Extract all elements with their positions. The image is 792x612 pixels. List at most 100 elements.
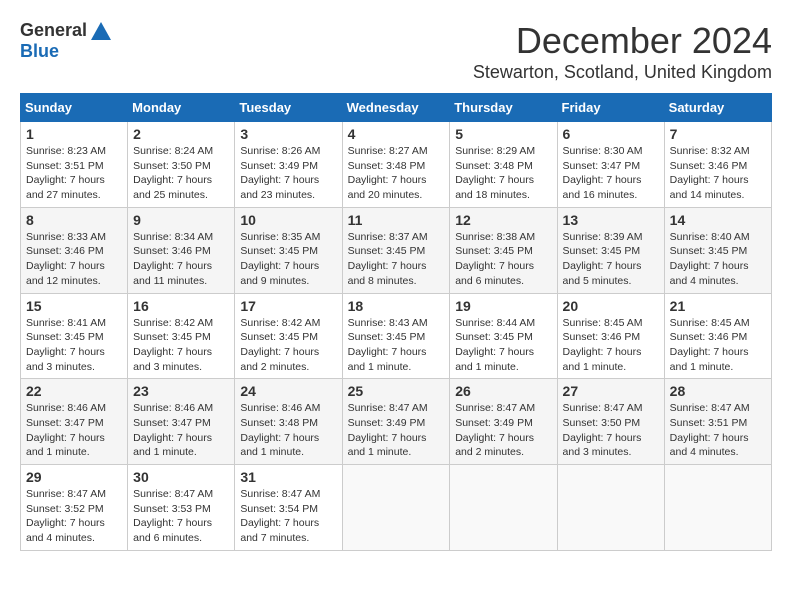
- calendar-header-row: SundayMondayTuesdayWednesdayThursdayFrid…: [21, 94, 772, 122]
- sunset-text: Sunset: 3:45 PM: [240, 245, 318, 257]
- column-header-tuesday: Tuesday: [235, 94, 342, 122]
- calendar-week-row: 22 Sunrise: 8:46 AM Sunset: 3:47 PM Dayl…: [21, 379, 772, 465]
- day-info: Sunrise: 8:32 AM Sunset: 3:46 PM Dayligh…: [670, 144, 766, 203]
- day-number: 15: [26, 298, 122, 314]
- sunset-text: Sunset: 3:45 PM: [348, 245, 426, 257]
- sunrise-text: Sunrise: 8:46 AM: [26, 402, 106, 414]
- day-info: Sunrise: 8:39 AM Sunset: 3:45 PM Dayligh…: [563, 230, 659, 289]
- day-number: 3: [240, 126, 336, 142]
- calendar-cell: 18 Sunrise: 8:43 AM Sunset: 3:45 PM Dayl…: [342, 293, 450, 379]
- daylight-text: Daylight: 7 hours and 3 minutes.: [563, 432, 642, 459]
- calendar-cell: 30 Sunrise: 8:47 AM Sunset: 3:53 PM Dayl…: [128, 465, 235, 551]
- sunset-text: Sunset: 3:46 PM: [563, 331, 641, 343]
- daylight-text: Daylight: 7 hours and 1 minute.: [26, 432, 105, 459]
- day-number: 25: [348, 383, 445, 399]
- calendar-cell: 6 Sunrise: 8:30 AM Sunset: 3:47 PM Dayli…: [557, 122, 664, 208]
- sunrise-text: Sunrise: 8:47 AM: [670, 402, 750, 414]
- day-number: 19: [455, 298, 551, 314]
- daylight-text: Daylight: 7 hours and 4 minutes.: [670, 260, 749, 287]
- sunrise-text: Sunrise: 8:45 AM: [563, 317, 643, 329]
- day-number: 5: [455, 126, 551, 142]
- daylight-text: Daylight: 7 hours and 25 minutes.: [133, 174, 212, 201]
- daylight-text: Daylight: 7 hours and 1 minute.: [563, 346, 642, 373]
- sunrise-text: Sunrise: 8:40 AM: [670, 231, 750, 243]
- calendar-cell: 3 Sunrise: 8:26 AM Sunset: 3:49 PM Dayli…: [235, 122, 342, 208]
- sunset-text: Sunset: 3:45 PM: [670, 245, 748, 257]
- sunset-text: Sunset: 3:50 PM: [133, 160, 211, 172]
- day-info: Sunrise: 8:33 AM Sunset: 3:46 PM Dayligh…: [26, 230, 122, 289]
- daylight-text: Daylight: 7 hours and 18 minutes.: [455, 174, 534, 201]
- day-info: Sunrise: 8:46 AM Sunset: 3:48 PM Dayligh…: [240, 401, 336, 460]
- day-info: Sunrise: 8:38 AM Sunset: 3:45 PM Dayligh…: [455, 230, 551, 289]
- sunrise-text: Sunrise: 8:33 AM: [26, 231, 106, 243]
- day-info: Sunrise: 8:44 AM Sunset: 3:45 PM Dayligh…: [455, 316, 551, 375]
- day-info: Sunrise: 8:24 AM Sunset: 3:50 PM Dayligh…: [133, 144, 229, 203]
- sunset-text: Sunset: 3:45 PM: [133, 331, 211, 343]
- day-info: Sunrise: 8:35 AM Sunset: 3:45 PM Dayligh…: [240, 230, 336, 289]
- day-info: Sunrise: 8:45 AM Sunset: 3:46 PM Dayligh…: [563, 316, 659, 375]
- calendar-cell: 27 Sunrise: 8:47 AM Sunset: 3:50 PM Dayl…: [557, 379, 664, 465]
- sunrise-text: Sunrise: 8:46 AM: [240, 402, 320, 414]
- daylight-text: Daylight: 7 hours and 1 minute.: [348, 346, 427, 373]
- calendar-cell: 26 Sunrise: 8:47 AM Sunset: 3:49 PM Dayl…: [450, 379, 557, 465]
- sunset-text: Sunset: 3:54 PM: [240, 503, 318, 515]
- day-number: 29: [26, 469, 122, 485]
- sunset-text: Sunset: 3:46 PM: [670, 331, 748, 343]
- day-number: 6: [563, 126, 659, 142]
- sunrise-text: Sunrise: 8:43 AM: [348, 317, 428, 329]
- calendar-cell: [342, 465, 450, 551]
- day-number: 24: [240, 383, 336, 399]
- sunrise-text: Sunrise: 8:35 AM: [240, 231, 320, 243]
- daylight-text: Daylight: 7 hours and 2 minutes.: [455, 432, 534, 459]
- calendar-cell: [557, 465, 664, 551]
- sunset-text: Sunset: 3:46 PM: [670, 160, 748, 172]
- column-header-thursday: Thursday: [450, 94, 557, 122]
- day-number: 28: [670, 383, 766, 399]
- sunrise-text: Sunrise: 8:47 AM: [455, 402, 535, 414]
- day-number: 11: [348, 212, 445, 228]
- daylight-text: Daylight: 7 hours and 7 minutes.: [240, 517, 319, 544]
- column-header-sunday: Sunday: [21, 94, 128, 122]
- daylight-text: Daylight: 7 hours and 3 minutes.: [26, 346, 105, 373]
- daylight-text: Daylight: 7 hours and 12 minutes.: [26, 260, 105, 287]
- daylight-text: Daylight: 7 hours and 1 minute.: [240, 432, 319, 459]
- daylight-text: Daylight: 7 hours and 23 minutes.: [240, 174, 319, 201]
- sunrise-text: Sunrise: 8:47 AM: [348, 402, 428, 414]
- sunset-text: Sunset: 3:48 PM: [455, 160, 533, 172]
- calendar-week-row: 8 Sunrise: 8:33 AM Sunset: 3:46 PM Dayli…: [21, 207, 772, 293]
- calendar-cell: 2 Sunrise: 8:24 AM Sunset: 3:50 PM Dayli…: [128, 122, 235, 208]
- sunset-text: Sunset: 3:48 PM: [348, 160, 426, 172]
- day-info: Sunrise: 8:23 AM Sunset: 3:51 PM Dayligh…: [26, 144, 122, 203]
- day-info: Sunrise: 8:37 AM Sunset: 3:45 PM Dayligh…: [348, 230, 445, 289]
- logo: General Blue: [20, 20, 111, 62]
- day-info: Sunrise: 8:47 AM Sunset: 3:49 PM Dayligh…: [455, 401, 551, 460]
- day-number: 8: [26, 212, 122, 228]
- column-header-saturday: Saturday: [664, 94, 771, 122]
- calendar-cell: 14 Sunrise: 8:40 AM Sunset: 3:45 PM Dayl…: [664, 207, 771, 293]
- sunrise-text: Sunrise: 8:45 AM: [670, 317, 750, 329]
- sunset-text: Sunset: 3:48 PM: [240, 417, 318, 429]
- sunset-text: Sunset: 3:45 PM: [455, 245, 533, 257]
- sunrise-text: Sunrise: 8:47 AM: [133, 488, 213, 500]
- calendar-cell: 9 Sunrise: 8:34 AM Sunset: 3:46 PM Dayli…: [128, 207, 235, 293]
- sunrise-text: Sunrise: 8:39 AM: [563, 231, 643, 243]
- logo-general-text: General: [20, 20, 87, 41]
- day-info: Sunrise: 8:43 AM Sunset: 3:45 PM Dayligh…: [348, 316, 445, 375]
- day-info: Sunrise: 8:46 AM Sunset: 3:47 PM Dayligh…: [133, 401, 229, 460]
- sunset-text: Sunset: 3:45 PM: [26, 331, 104, 343]
- page-header: General Blue December 2024 Stewarton, Sc…: [20, 20, 772, 83]
- daylight-text: Daylight: 7 hours and 1 minute.: [670, 346, 749, 373]
- sunrise-text: Sunrise: 8:24 AM: [133, 145, 213, 157]
- sunset-text: Sunset: 3:46 PM: [133, 245, 211, 257]
- sunrise-text: Sunrise: 8:44 AM: [455, 317, 535, 329]
- calendar-table: SundayMondayTuesdayWednesdayThursdayFrid…: [20, 93, 772, 551]
- day-info: Sunrise: 8:27 AM Sunset: 3:48 PM Dayligh…: [348, 144, 445, 203]
- sunrise-text: Sunrise: 8:30 AM: [563, 145, 643, 157]
- calendar-cell: 7 Sunrise: 8:32 AM Sunset: 3:46 PM Dayli…: [664, 122, 771, 208]
- calendar-cell: 13 Sunrise: 8:39 AM Sunset: 3:45 PM Dayl…: [557, 207, 664, 293]
- sunset-text: Sunset: 3:49 PM: [240, 160, 318, 172]
- sunrise-text: Sunrise: 8:42 AM: [240, 317, 320, 329]
- column-header-monday: Monday: [128, 94, 235, 122]
- calendar-cell: 5 Sunrise: 8:29 AM Sunset: 3:48 PM Dayli…: [450, 122, 557, 208]
- day-number: 30: [133, 469, 229, 485]
